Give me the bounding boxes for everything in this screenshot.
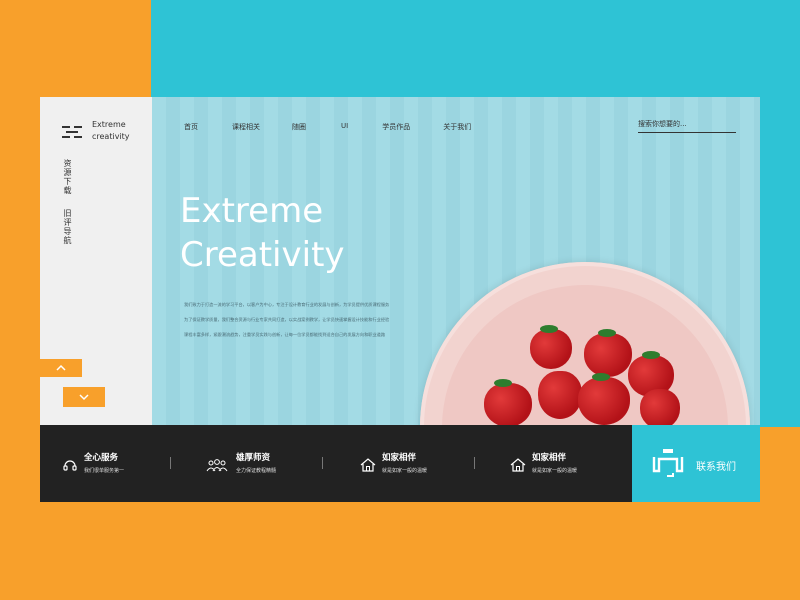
strawberry-image	[484, 383, 532, 425]
scroll-down-button[interactable]	[63, 387, 105, 407]
chevron-up-icon	[56, 364, 66, 371]
strawberry-image	[538, 371, 582, 419]
strawberry-image	[530, 329, 572, 369]
feature-title: 全心服务	[84, 453, 119, 463]
contact-us-button[interactable]: 联系我们	[632, 425, 760, 502]
strawberry-image	[640, 389, 680, 425]
home-icon	[510, 458, 526, 472]
hero-title-line1: Extreme	[180, 191, 324, 231]
divider	[322, 457, 323, 469]
hero-title-line2: Creativity	[180, 235, 345, 275]
features-bar: 全心服务 我们很单服务第一 雄厚师资 全力保证教程精髓 如家相伴 就是如家一般的…	[40, 425, 632, 502]
hero-paragraph-line: 课程丰富多样，紧跟潮流趋势，注重学员实践与创新，让每一位学员都能找到适合自己的发…	[184, 332, 386, 337]
feature-subtitle: 全力保证教程精髓	[236, 468, 277, 474]
nav-item-courses[interactable]: 课程相关	[232, 122, 260, 132]
team-icon	[206, 459, 228, 472]
contact-label: 联系我们	[696, 462, 736, 473]
nav-item-circle[interactable]: 随圈	[292, 122, 306, 132]
sidebar-item-downloads[interactable]: 资源下载	[62, 159, 73, 195]
scroll-up-button[interactable]	[40, 359, 82, 377]
feature-subtitle: 就是如家一般的温暖	[532, 468, 578, 474]
strawberry-image	[578, 377, 630, 425]
nav-item-about[interactable]: 关于我们	[443, 122, 471, 132]
nav-item-ui[interactable]: UI	[341, 122, 348, 132]
feature-title: 如家相伴	[382, 453, 417, 463]
page-frame: Extreme creativity 资源下载 旧评导航 首页 课程相关 随圈 …	[40, 97, 760, 502]
feature-subtitle: 我们很单服务第一	[84, 468, 125, 474]
nav-item-works[interactable]: 学员作品	[382, 122, 410, 132]
headset-icon	[63, 460, 77, 471]
feature-title: 雄厚师资	[236, 453, 271, 463]
feature-title: 如家相伴	[532, 453, 567, 463]
hero-paragraph-line: 我们致力于打造一流的学习平台，以客户为中心，专注于设计教育行业的发展与创新，为学…	[184, 302, 390, 307]
strawberry-image	[584, 333, 632, 377]
top-nav: 首页 课程相关 随圈 UI 学员作品 关于我们	[182, 122, 471, 132]
brand-line1: Extreme	[92, 120, 126, 129]
sidebar-item-navigation[interactable]: 旧评导航	[62, 209, 73, 245]
contact-icon	[652, 449, 684, 477]
hero-banner: 首页 课程相关 随圈 UI 学员作品 关于我们 搜索你想要的... Extrem…	[152, 97, 760, 425]
logo-icon	[62, 126, 82, 138]
brand-name: Extreme creativity	[92, 119, 130, 143]
divider	[474, 457, 475, 469]
hero-paragraph-line: 为了保证教学质量，我们整合资源与行业专家共同打造，以实战案例教学，让学员快速掌握…	[184, 317, 390, 322]
search-input[interactable]: 搜索你想要的...	[638, 119, 736, 133]
chevron-down-icon	[79, 394, 89, 401]
brand-line2: creativity	[92, 132, 130, 141]
divider	[170, 457, 171, 469]
home-icon	[360, 458, 376, 472]
hero-title: Extreme Creativity	[180, 189, 345, 277]
hero-paragraph: 我们致力于打造一流的学习平台，以客户为中心，专注于设计教育行业的发展与创新，为学…	[184, 297, 414, 342]
nav-item-home[interactable]: 首页	[184, 122, 198, 132]
feature-subtitle: 就是如家一般的温暖	[382, 468, 428, 474]
